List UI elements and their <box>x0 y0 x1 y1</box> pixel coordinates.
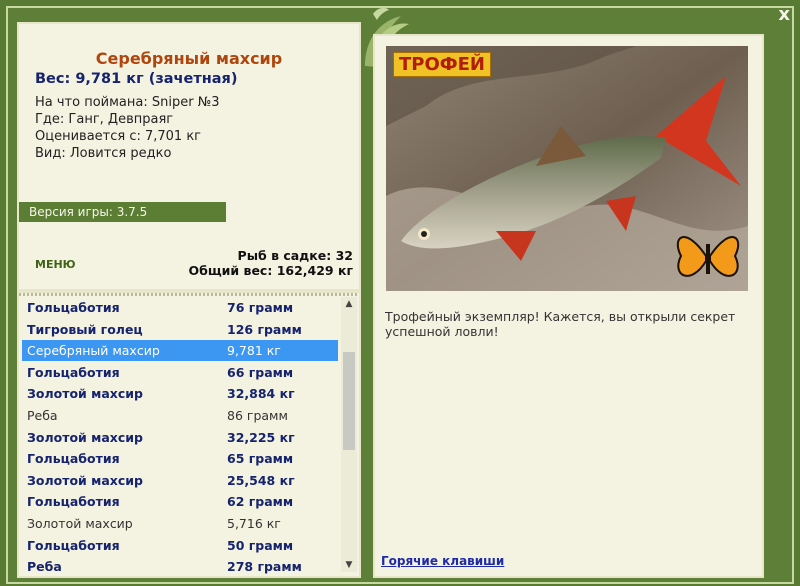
list-item-name: Реба <box>27 559 62 575</box>
list-item-name: Золотой махсир <box>27 429 143 445</box>
list-item-name: Золотой махсир <box>27 386 143 402</box>
list-item-weight: 5,716 кг <box>227 516 281 531</box>
trophy-badge: ТРОФЕЙ <box>393 52 491 77</box>
list-item-weight: 9,781 кг <box>227 343 281 359</box>
list-item[interactable]: Реба 86 грамм <box>22 405 338 426</box>
catch-list: Гольцаботия 76 грамм Тигровый голец 126 гра… <box>17 291 361 578</box>
list-item-weight: 25,548 кг <box>227 472 295 488</box>
list-item-name: Гольцаботия <box>27 494 120 510</box>
list-item-weight: 62 грамм <box>227 494 294 510</box>
list-item-name: Гольцаботия <box>27 300 120 315</box>
list-divider <box>19 293 359 296</box>
list-item-name: Серебряный махсир <box>27 343 160 359</box>
total-weight: Общий вес: 162,429 кг <box>188 263 354 278</box>
fish-info-panel: Серебряный махсир Вес: 9,781 кг (зачетна… <box>17 22 361 291</box>
list-scrollbar[interactable]: ▲ ▼ <box>341 297 357 572</box>
kind-line: Вид: Ловится редко <box>35 146 172 161</box>
list-item-name: Золотой махсир <box>27 516 133 531</box>
list-item-weight: 76 грамм <box>227 300 294 315</box>
list-item[interactable]: Золотой махсир 32,884 кг <box>22 383 338 404</box>
hotkeys-link[interactable]: Горячие клавиши <box>381 554 504 568</box>
list-item-name: Тигровый голец <box>27 321 143 337</box>
fish-photo: ТРОФЕЙ <box>386 46 748 291</box>
list-item[interactable]: Реба 278 грамм <box>22 556 338 576</box>
fish-title: Серебряный махсир <box>95 49 283 68</box>
close-button[interactable]: x <box>778 4 790 25</box>
list-item-weight: 32,884 кг <box>227 386 295 402</box>
list-item-weight: 50 грамм <box>227 537 294 553</box>
scroll-up-arrow-icon[interactable]: ▲ <box>341 297 357 311</box>
fish-in-cage-count: Рыб в садке: 32 <box>237 248 353 263</box>
game-version-label: Версия игры: 3.7.5 <box>19 202 226 222</box>
list-item-name: Золотой махсир <box>27 472 143 488</box>
list-item-weight: 66 грамм <box>227 364 294 380</box>
list-item[interactable]: Золотой махсир 5,716 кг <box>22 513 338 534</box>
list-item-weight: 86 грамм <box>227 408 288 423</box>
list-item[interactable]: Тигровый голец 126 грамм <box>22 319 338 340</box>
list-item[interactable]: Золотой махсир 32,225 кг <box>22 427 338 448</box>
scroll-down-arrow-icon[interactable]: ▼ <box>341 558 357 572</box>
caught-on-line: На что поймана: Sniper №3 <box>35 95 220 110</box>
fish-photo-illustration <box>386 46 748 291</box>
list-item-name: Гольцаботия <box>27 364 120 380</box>
catch-stats: Рыб в садке: 32 Общий вес: 162,429 кг <box>189 248 354 278</box>
valued-from-line: Оценивается с: 7,701 кг <box>35 129 202 144</box>
fish-weight: Вес: 9,781 кг (зачетная) <box>35 71 238 87</box>
trophy-panel: ТРОФЕЙ Трофейный экземпляр! Кажется, вы … <box>373 34 764 578</box>
list-item-weight: 278 грамм <box>227 559 302 575</box>
list-item-weight: 32,225 кг <box>227 429 295 445</box>
trophy-description: Трофейный экземпляр! Кажется, вы открыли… <box>385 309 736 339</box>
list-item[interactable]: Золотой махсир 25,548 кг <box>22 470 338 491</box>
list-item-name: Гольцаботия <box>27 451 120 467</box>
list-item-weight: 65 грамм <box>227 451 294 467</box>
list-item[interactable]: Гольцаботия 76 грамм <box>22 297 338 318</box>
list-item-name: Реба <box>27 408 58 423</box>
scroll-thumb[interactable] <box>343 352 355 450</box>
list-item[interactable]: Гольцаботия 65 грамм <box>22 448 338 469</box>
list-item[interactable]: Гольцаботия 62 грамм <box>22 491 338 512</box>
list-item[interactable]: Гольцаботия 66 грамм <box>22 362 338 383</box>
location-line: Где: Ганг, Девпраяг <box>35 112 174 127</box>
list-item-name: Гольцаботия <box>27 537 120 553</box>
list-item[interactable]: Гольцаботия 50 грамм <box>22 535 338 556</box>
list-item-weight: 126 грамм <box>227 321 302 337</box>
list-item[interactable]: Серебряный махсир 9,781 кг <box>22 340 338 362</box>
menu-button[interactable]: МЕНЮ <box>35 258 76 271</box>
